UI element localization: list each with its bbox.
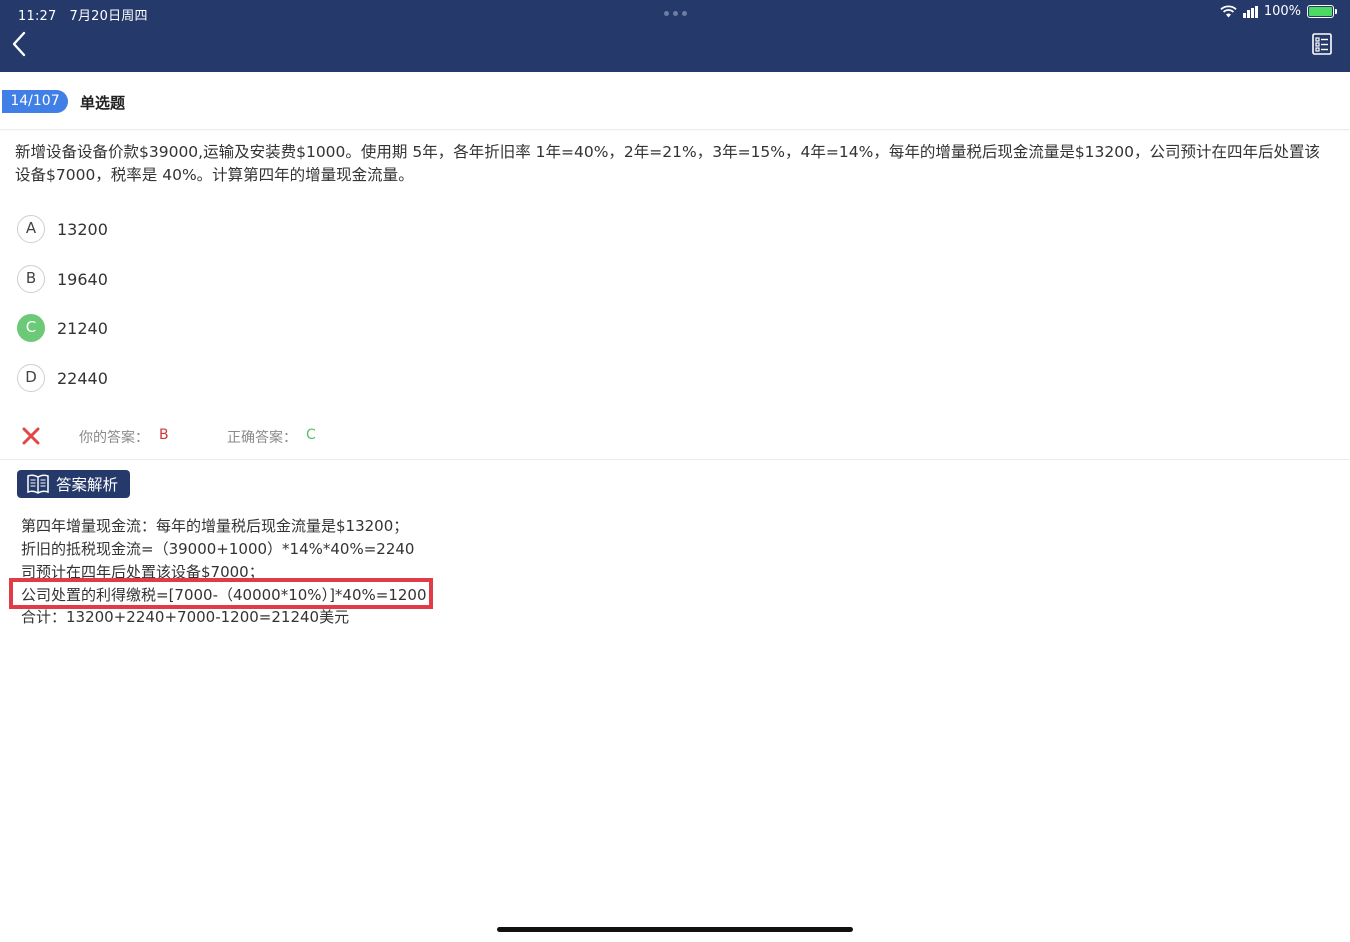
chevron-left-icon — [12, 31, 26, 57]
signal-icon — [1242, 5, 1258, 18]
option-letter: D — [17, 364, 45, 392]
analysis-line-2: 折旧的抵税现金流=（39000+1000）*14%*40%=2240 — [21, 540, 415, 558]
analysis-line-1: 第四年增量现金流：每年的增量税后现金流量是$13200； — [21, 517, 409, 535]
date-text: 7月20日周四 — [69, 9, 148, 24]
answer-sheet-button[interactable] — [1312, 33, 1332, 55]
option-b[interactable]: B 19640 — [17, 264, 108, 294]
battery-icon — [1307, 5, 1337, 18]
analysis-line-5: 合计：13200+2240+7000-1200=21240美元 — [21, 608, 350, 626]
correct-answer-value: C — [306, 427, 316, 443]
back-button[interactable] — [8, 28, 34, 60]
question-progress-badge: 14/107 — [2, 90, 68, 113]
time-text: 11:27 — [18, 9, 57, 24]
question-type-label: 单选题 — [80, 94, 126, 112]
option-value: 21240 — [57, 318, 108, 338]
correct-answer-label: 正确答案： — [227, 430, 297, 446]
option-value: 19640 — [57, 269, 108, 289]
battery-percent: 100% — [1263, 4, 1301, 19]
analysis-tag-label: 答案解析 — [56, 476, 119, 494]
highlight-annotation-box — [9, 578, 433, 609]
option-value: 13200 — [57, 219, 108, 239]
question-text: 新增设备设备价款$39000,运输及安装费$1000。使用期 5年，各年折旧率 … — [15, 143, 1320, 184]
option-letter: B — [17, 265, 45, 293]
wrong-x-icon — [22, 427, 40, 445]
status-time: 11:27 7月20日周四 — [18, 5, 148, 24]
option-a[interactable]: A 13200 — [17, 214, 108, 244]
analysis-tag: 答案解析 — [17, 470, 130, 498]
book-icon — [27, 474, 49, 494]
option-letter: A — [17, 215, 45, 243]
wifi-icon — [1220, 5, 1237, 18]
multitask-dots-icon[interactable] — [664, 11, 687, 16]
option-value: 22440 — [57, 368, 108, 388]
status-right: 100% — [1220, 4, 1337, 19]
home-indicator[interactable] — [497, 927, 853, 932]
answer-result-row — [0, 420, 1350, 460]
option-c[interactable]: C 21240 — [17, 313, 108, 343]
option-d[interactable]: D 22440 — [17, 363, 108, 393]
answer-sheet-icon — [1312, 33, 1332, 55]
option-letter-correct: C — [17, 314, 45, 342]
your-answer-label: 你的答案： — [79, 430, 149, 446]
question-header — [0, 72, 1350, 130]
your-answer-value: B — [159, 427, 169, 443]
